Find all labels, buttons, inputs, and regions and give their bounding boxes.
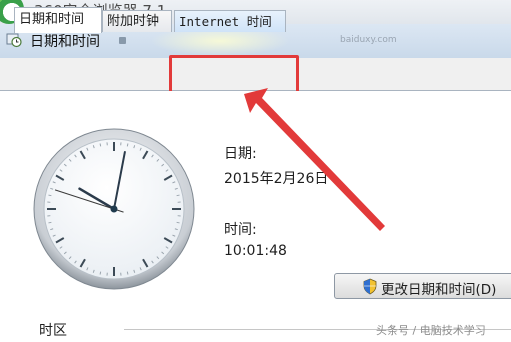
- dialog-title: 日期和时间: [30, 34, 100, 50]
- tab-date-and-time[interactable]: 日期和时间: [14, 7, 102, 33]
- clock-center-pin: [110, 205, 118, 213]
- clock-minute-tick: [48, 194, 52, 197]
- time-label: 时间:: [224, 222, 257, 238]
- change-date-time-label: 更改日期和时间(D): [381, 282, 497, 298]
- watermark-url: baiduxy.com: [340, 35, 397, 45]
- change-date-time-button[interactable]: 更改日期和时间(D): [334, 273, 511, 299]
- date-value: 2015年2月26日: [224, 171, 329, 187]
- clock-minute-tick: [126, 143, 129, 147]
- clock-app-icon: [6, 33, 22, 48]
- clock-minute-tick: [99, 143, 102, 147]
- clock-minute-tick: [48, 221, 52, 224]
- uac-shield-icon: [363, 278, 377, 295]
- watermark-text: 头条号 / 电脑技术学习: [376, 324, 486, 337]
- tab-internet-time[interactable]: Internet 时间: [174, 10, 286, 32]
- clock-minute-tick: [176, 194, 180, 197]
- clock-minute-tick: [99, 271, 102, 275]
- clock-minute-tick: [176, 221, 180, 224]
- time-value: 10:01:48: [224, 243, 287, 259]
- analog-clock: [33, 128, 195, 290]
- caption-dot: [119, 37, 126, 44]
- timezone-label: 时区: [39, 323, 67, 339]
- date-label: 日期:: [224, 146, 257, 162]
- tab-additional-clocks[interactable]: 附加时钟: [102, 10, 172, 32]
- clock-minute-tick: [126, 271, 129, 275]
